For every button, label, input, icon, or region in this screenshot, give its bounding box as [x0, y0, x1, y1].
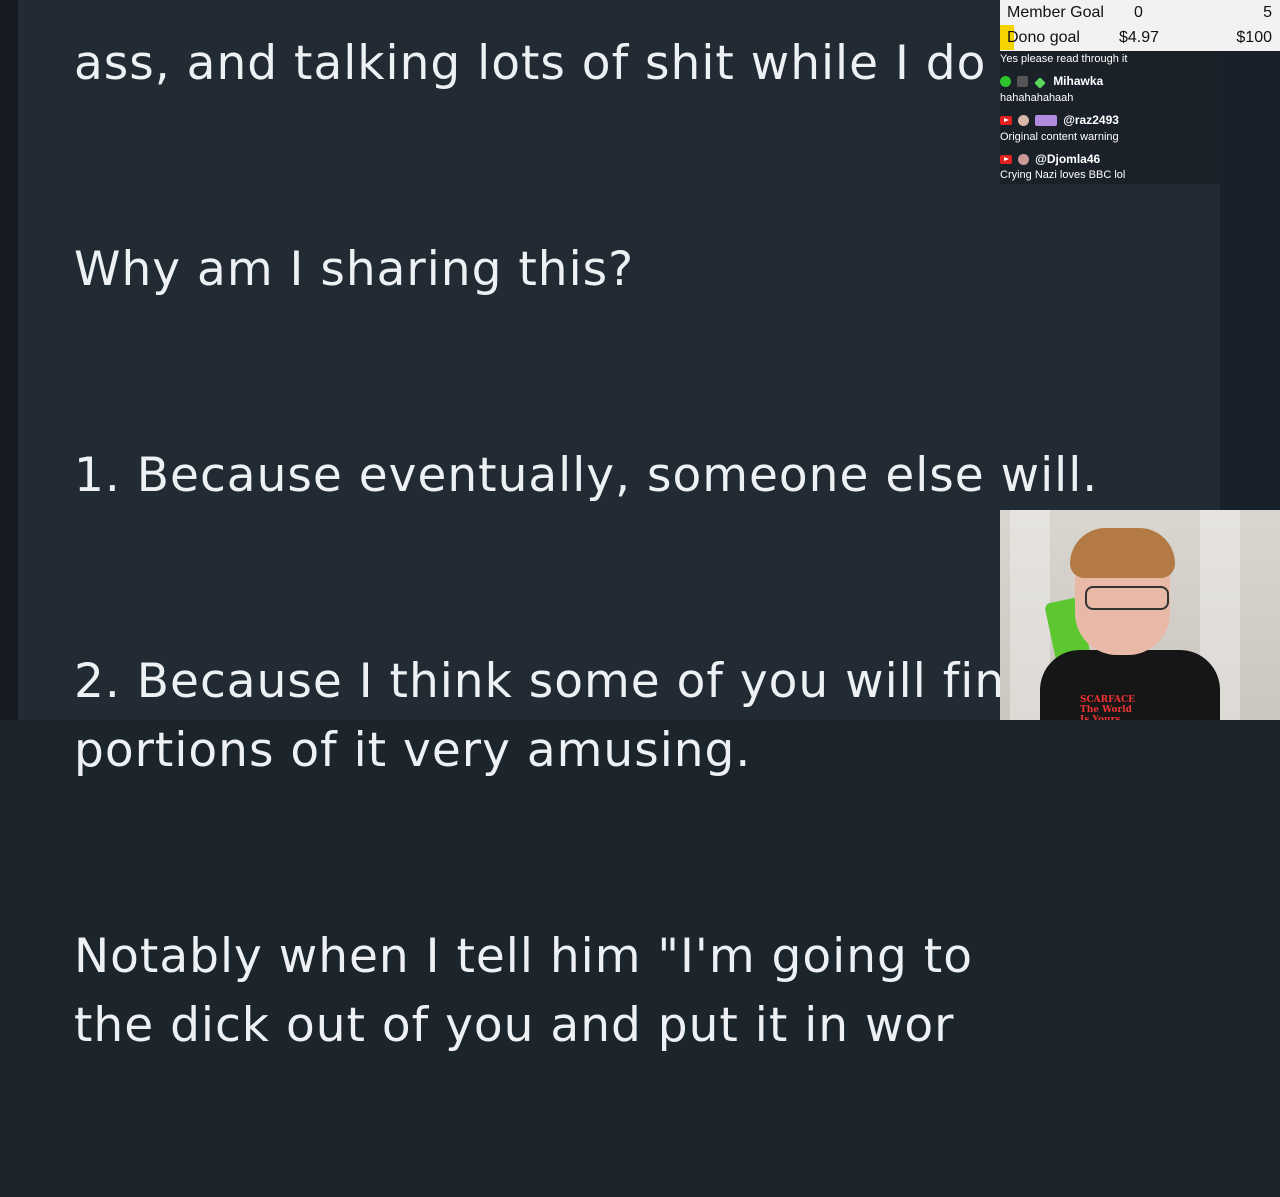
member-goal-row: Member Goal 0 5	[1000, 0, 1280, 25]
star-badge-icon	[1034, 77, 1046, 89]
chat-user-line-2: Mihawka	[1000, 74, 1104, 89]
user-badge-icon	[1017, 76, 1029, 87]
chat-message-2: hahahahahaah	[1000, 92, 1073, 104]
youtube-icon	[1000, 116, 1012, 125]
dono-goal-label: Dono goal	[1007, 29, 1080, 46]
chat-message-text: Yes please read through it	[1000, 53, 1128, 65]
youtube-icon	[1000, 155, 1012, 164]
webcam-feed: SCARFACE The World Is Yours	[1000, 510, 1280, 720]
paragraph-4: 2. Because I think some of you will find…	[74, 654, 1036, 778]
background-edge-left	[0, 0, 18, 720]
avatar	[1018, 154, 1030, 165]
chat-username: @Djomla46	[1035, 152, 1101, 166]
avatar	[1018, 115, 1030, 126]
chat-username: @raz2493	[1063, 113, 1119, 127]
member-badge-icon	[1035, 115, 1058, 126]
chat-overlay: Yes please read through it Mihawka hahah…	[1000, 51, 1220, 184]
chat-message-text: Original content warning	[1000, 131, 1119, 143]
chat-username: Mihawka	[1053, 74, 1104, 88]
paragraph-3: 1. Because eventually, someone else will…	[74, 448, 1099, 503]
chat-message-1: Yes please read through it	[1000, 53, 1127, 65]
member-goal-current: 0	[1134, 4, 1143, 21]
member-goal-label: Member Goal	[1007, 4, 1104, 21]
paragraph-5: Notably when I tell him "I'm going to th…	[74, 929, 973, 1053]
goals-overlay: Member Goal 0 5 Dono goal $4.97 $100	[1000, 0, 1280, 51]
webcam-person-hair	[1070, 528, 1175, 578]
chat-user-line-4: @Djomla46	[1000, 152, 1100, 166]
chat-user-line-3: @raz2493	[1000, 113, 1119, 127]
dono-goal-row: Dono goal $4.97 $100	[1000, 25, 1280, 50]
paragraph-2: Why am I sharing this?	[74, 242, 635, 297]
chat-message-text: hahahahahaah	[1000, 92, 1074, 104]
member-goal-target: 5	[1263, 4, 1272, 21]
green-x-badge-icon	[1000, 76, 1011, 87]
dono-goal-current: $4.97	[1119, 29, 1160, 46]
chat-message-3: Original content warning	[1000, 131, 1119, 143]
dono-goal-target: $100	[1236, 29, 1272, 46]
webcam-shirt-text: SCARFACE The World Is Yours	[1080, 695, 1135, 720]
webcam-glasses	[1085, 586, 1169, 610]
chat-message-4: Crying Nazi loves BBC lol	[1000, 169, 1125, 181]
chat-message-text: Crying Nazi loves BBC lol	[1000, 169, 1126, 181]
